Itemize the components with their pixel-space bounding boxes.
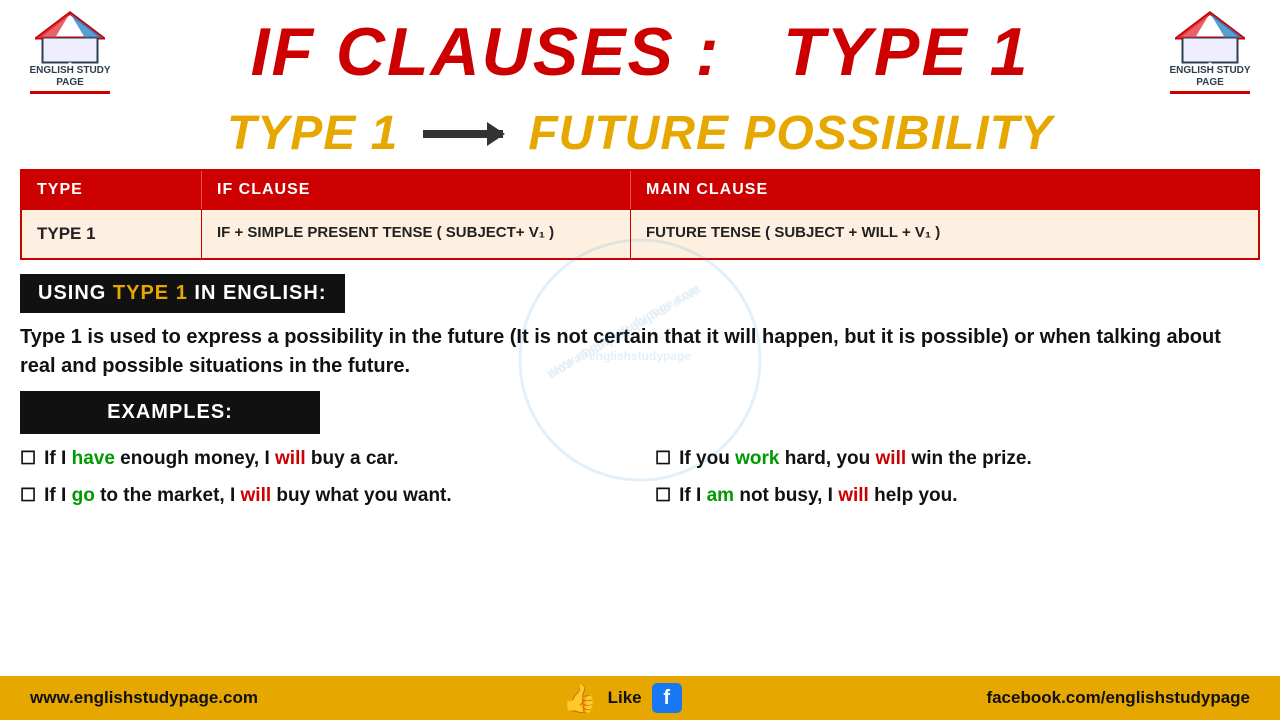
using-section: USING TYPE 1 IN ENGLISH: Type 1 is used … bbox=[20, 274, 1260, 381]
using-badge: USING TYPE 1 IN ENGLISH: bbox=[20, 274, 345, 313]
verb-work: work bbox=[735, 448, 779, 469]
will-1: will bbox=[275, 448, 306, 469]
verb-go: go bbox=[72, 485, 95, 506]
verb-am: am bbox=[707, 485, 734, 506]
table-cell-main-clause: FUTURE TENSE ( SUBJECT + WILL + V₁ ) bbox=[631, 210, 1258, 258]
footer: www.englishstudypage.com 👍 Like f facebo… bbox=[0, 676, 1280, 720]
facebook-icon: f bbox=[652, 683, 682, 713]
checkbox-icon-1: ☐ bbox=[20, 446, 36, 471]
logo-house-left bbox=[35, 10, 105, 65]
table-cell-if-clause: IF + SIMPLE PRESENT TENSE ( SUBJECT+ V₁ … bbox=[202, 210, 631, 258]
checkbox-icon-4: ☐ bbox=[655, 483, 671, 508]
examples-grid: ☐ If I have enough money, I will buy a c… bbox=[20, 446, 1260, 519]
table-header-main-clause: MAIN CLAUSE bbox=[631, 171, 1258, 209]
header-title: IF CLAUSES : TYPE 1 bbox=[120, 18, 1160, 86]
header: ENGLISH STUDY PAGE IF CLAUSES : TYPE 1 E… bbox=[0, 0, 1280, 94]
example-item-3: ☐ If you work hard, you will win the pri… bbox=[655, 446, 1260, 473]
examples-col-2: ☐ If you work hard, you will win the pri… bbox=[655, 446, 1260, 519]
verb-have: have bbox=[72, 448, 115, 469]
like-text: Like bbox=[608, 688, 642, 708]
arrow-icon bbox=[423, 130, 503, 138]
example-item-4: ☐ If I am not busy, I will help you. bbox=[655, 483, 1260, 510]
logo-underline-left bbox=[30, 91, 110, 94]
table-header-row: TYPE IF CLAUSE MAIN CLAUSE bbox=[22, 171, 1258, 209]
table-header-if-clause: IF CLAUSE bbox=[202, 171, 631, 209]
footer-center: 👍 Like f bbox=[563, 682, 682, 715]
subtitle-bar: TYPE 1 FUTURE POSSIBILITY bbox=[0, 94, 1280, 169]
footer-website: www.englishstudypage.com bbox=[30, 688, 258, 708]
type1-description: Type 1 is used to express a possibility … bbox=[20, 323, 1260, 381]
example-item-2: ☐ If I go to the market, I will buy what… bbox=[20, 483, 625, 510]
table-data-row: TYPE 1 IF + SIMPLE PRESENT TENSE ( SUBJE… bbox=[22, 209, 1258, 258]
checkbox-icon-2: ☐ bbox=[20, 483, 36, 508]
table-header-type: TYPE bbox=[22, 171, 202, 209]
logo-right: ENGLISH STUDY PAGE bbox=[1160, 10, 1260, 94]
will-2: will bbox=[241, 485, 272, 506]
subtitle-type: TYPE 1 bbox=[227, 106, 398, 161]
logo-underline-right bbox=[1170, 91, 1250, 94]
table-cell-type: TYPE 1 bbox=[22, 210, 202, 258]
footer-facebook: facebook.com/englishstudypage bbox=[986, 688, 1250, 708]
will-4: will bbox=[838, 485, 869, 506]
logo-text-left: ENGLISH STUDY PAGE bbox=[29, 65, 110, 89]
if-clauses-table: TYPE IF CLAUSE MAIN CLAUSE TYPE 1 IF + S… bbox=[20, 169, 1260, 260]
header-title-area: IF CLAUSES : TYPE 1 bbox=[120, 18, 1160, 86]
logo-house-right bbox=[1175, 10, 1245, 65]
subtitle-future: FUTURE POSSIBILITY bbox=[528, 106, 1053, 161]
will-3: will bbox=[876, 448, 907, 469]
examples-col-1: ☐ If I have enough money, I will buy a c… bbox=[20, 446, 625, 519]
checkbox-icon-3: ☐ bbox=[655, 446, 671, 471]
logo-text-right: ENGLISH STUDY PAGE bbox=[1169, 65, 1250, 89]
examples-section: EXAMPLES: ☐ If I have enough money, I wi… bbox=[0, 391, 1280, 519]
logo-left: ENGLISH STUDY PAGE bbox=[20, 10, 120, 94]
thumbs-up-icon: 👍 bbox=[563, 682, 598, 715]
example-item-1: ☐ If I have enough money, I will buy a c… bbox=[20, 446, 625, 473]
examples-badge: EXAMPLES: bbox=[20, 391, 320, 434]
